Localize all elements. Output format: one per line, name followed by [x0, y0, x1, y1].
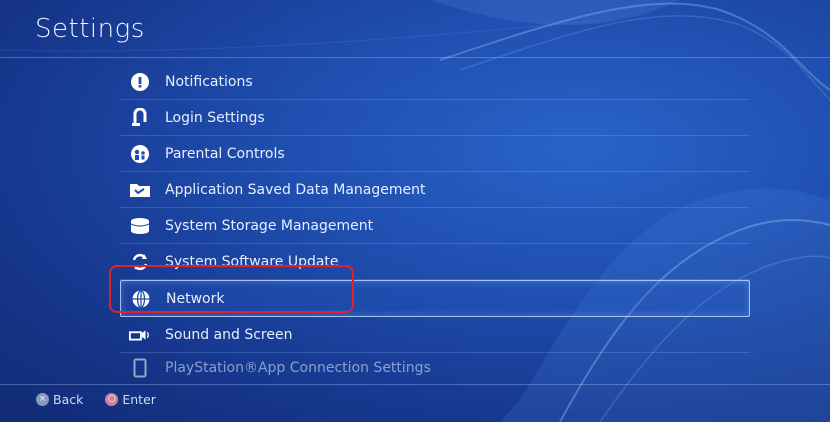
login-icon	[129, 107, 151, 129]
menu-item-sound-screen[interactable]: Sound and Screen	[120, 317, 750, 353]
notification-icon	[129, 71, 151, 93]
menu-item-label: Parental Controls	[165, 145, 285, 162]
header-divider	[0, 57, 830, 58]
menu-item-parental-controls[interactable]: Parental Controls	[120, 136, 750, 172]
sound-screen-icon	[129, 324, 151, 346]
back-control[interactable]: × Back	[36, 392, 83, 407]
enter-label: Enter	[122, 391, 156, 407]
menu-item-storage[interactable]: System Storage Management	[120, 208, 750, 244]
menu-item-label: Application Saved Data Management	[165, 181, 426, 198]
menu-item-label: System Storage Management	[165, 217, 374, 234]
page-title: Settings	[35, 14, 145, 44]
folder-icon	[129, 179, 151, 201]
menu-item-label: Login Settings	[165, 109, 265, 126]
menu-item-login-settings[interactable]: Login Settings	[120, 100, 750, 136]
cross-button-icon: ×	[36, 392, 49, 406]
storage-icon	[129, 215, 151, 237]
phone-icon	[129, 357, 151, 379]
menu-item-app-connection[interactable]: PlayStation®App Connection Settings	[120, 353, 750, 383]
menu-item-label: PlayStation®App Connection Settings	[165, 360, 431, 376]
menu-item-label: Sound and Screen	[165, 326, 293, 343]
network-highlight-annotation	[109, 265, 354, 313]
parental-controls-icon	[129, 143, 151, 165]
circle-button-icon: ○	[105, 392, 119, 406]
menu-item-saved-data[interactable]: Application Saved Data Management	[120, 172, 750, 208]
back-label: Back	[53, 391, 84, 407]
menu-item-notifications[interactable]: Notifications	[120, 64, 750, 100]
menu-item-label: Notifications	[165, 73, 253, 90]
enter-control[interactable]: ○ Enter	[105, 392, 156, 407]
settings-menu: Notifications Login Settings Parental Co…	[120, 64, 750, 383]
footer-controls: × Back ○ Enter	[0, 384, 830, 414]
